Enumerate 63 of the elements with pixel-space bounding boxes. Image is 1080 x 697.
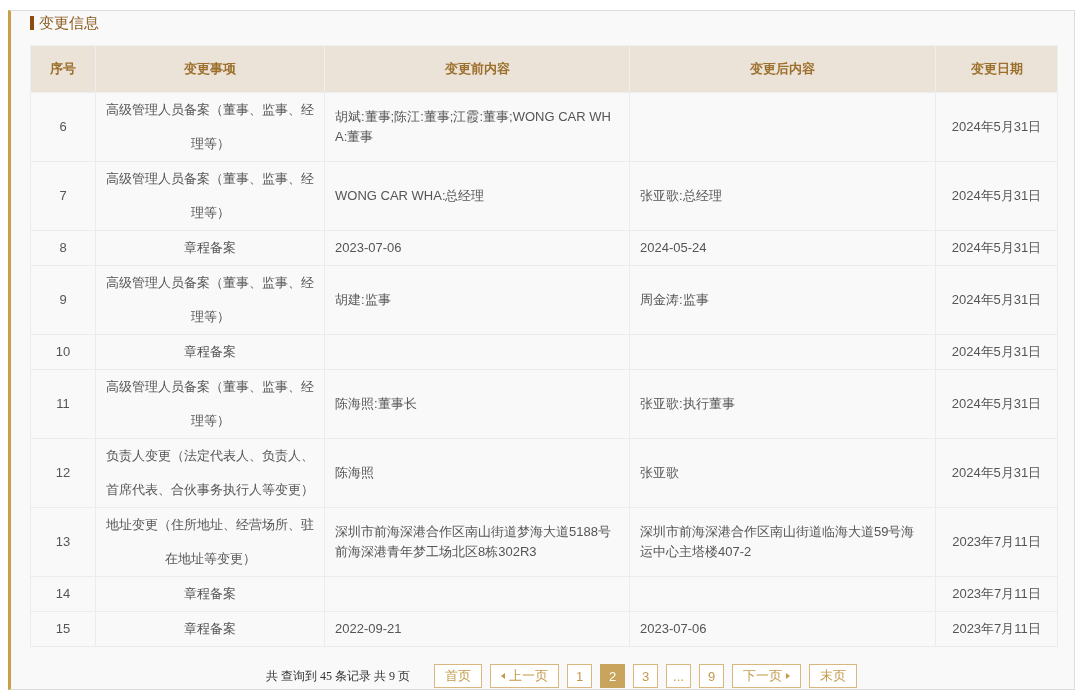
table-cell: WONG CAR WHA:总经理 bbox=[324, 161, 630, 231]
table-cell: 14 bbox=[30, 576, 96, 612]
table-cell: 2024年5月31日 bbox=[935, 438, 1058, 508]
table-cell: 高级管理人员备案（董事、监事、经理等） bbox=[95, 369, 325, 439]
page-button[interactable]: 末页 bbox=[809, 664, 857, 688]
table-cell: 负责人变更（法定代表人、负责人、首席代表、合伙事务执行人等变更） bbox=[95, 438, 325, 508]
ellipsis: ... bbox=[666, 664, 691, 688]
table-cell: 2022-09-21 bbox=[324, 611, 630, 647]
table-cell: 章程备案 bbox=[95, 611, 325, 647]
page-number-button[interactable]: 3 bbox=[633, 664, 658, 688]
table-cell: 15 bbox=[30, 611, 96, 647]
column-header: 变更事项 bbox=[95, 45, 325, 93]
table-cell: 高级管理人员备案（董事、监事、经理等） bbox=[95, 92, 325, 162]
column-header: 变更前内容 bbox=[324, 45, 630, 93]
table-cell: 10 bbox=[30, 334, 96, 370]
page-number-button[interactable]: 2 bbox=[600, 664, 625, 688]
table-cell: 2024年5月31日 bbox=[935, 369, 1058, 439]
table-cell: 章程备案 bbox=[95, 576, 325, 612]
table-cell: 章程备案 bbox=[95, 230, 325, 266]
table-cell: 陈海照:董事长 bbox=[324, 369, 630, 439]
record-summary: 共 查询到 45 条记录 共 9 页 bbox=[266, 667, 410, 685]
next-page-button[interactable]: 下一页 bbox=[732, 664, 801, 688]
table-cell: 陈海照 bbox=[324, 438, 630, 508]
table-cell: 2024年5月31日 bbox=[935, 161, 1058, 231]
table-cell: 7 bbox=[30, 161, 96, 231]
column-header: 变更后内容 bbox=[629, 45, 936, 93]
table-cell: 2023-07-06 bbox=[629, 611, 936, 647]
table-cell: 胡斌:董事;陈江:董事;江霞:董事;WONG CAR WHA:董事 bbox=[324, 92, 630, 162]
table-cell: 胡建:监事 bbox=[324, 265, 630, 335]
table-cell: 2023年7月11日 bbox=[935, 576, 1058, 612]
table-cell: 深圳市前海深港合作区南山街道梦海大道5188号前海深港青年梦工场北区8栋302R3 bbox=[324, 507, 630, 577]
table-cell: 张亚歌:总经理 bbox=[629, 161, 936, 231]
table-cell: 12 bbox=[30, 438, 96, 508]
table-cell: 2024-05-24 bbox=[629, 230, 936, 266]
table-cell: 2023-07-06 bbox=[324, 230, 630, 266]
table-cell: 2024年5月31日 bbox=[935, 92, 1058, 162]
table-cell: 2024年5月31日 bbox=[935, 334, 1058, 370]
table-cell: 高级管理人员备案（董事、监事、经理等） bbox=[95, 265, 325, 335]
page-button[interactable]: 首页 bbox=[434, 664, 482, 688]
table-cell: 11 bbox=[30, 369, 96, 439]
page-number-button[interactable]: 1 bbox=[567, 664, 592, 688]
table-cell: 13 bbox=[30, 507, 96, 577]
table-cell: 2024年5月31日 bbox=[935, 265, 1058, 335]
column-header: 序号 bbox=[30, 45, 96, 93]
previous-page-button[interactable]: 上一页 bbox=[490, 664, 559, 688]
table-cell: 9 bbox=[30, 265, 96, 335]
table-cell: 周金涛:监事 bbox=[629, 265, 936, 335]
page-number-button[interactable]: 9 bbox=[699, 664, 724, 688]
table-cell: 地址变更（住所地址、经营场所、驻在地址等变更） bbox=[95, 507, 325, 577]
left-triangle-icon bbox=[501, 673, 505, 679]
section-title: 变更信息 bbox=[30, 13, 99, 33]
right-triangle-icon bbox=[786, 673, 790, 679]
table-cell: 2023年7月11日 bbox=[935, 507, 1058, 577]
column-header: 变更日期 bbox=[935, 45, 1058, 93]
table-cell: 张亚歌 bbox=[629, 438, 936, 508]
table-cell: 2024年5月31日 bbox=[935, 230, 1058, 266]
table-cell: 张亚歌:执行董事 bbox=[629, 369, 936, 439]
table-cell: 2023年7月11日 bbox=[935, 611, 1058, 647]
table-cell: 8 bbox=[30, 230, 96, 266]
table-cell: 高级管理人员备案（董事、监事、经理等） bbox=[95, 161, 325, 231]
table-cell: 6 bbox=[30, 92, 96, 162]
table-cell: 章程备案 bbox=[95, 334, 325, 370]
table-cell: 深圳市前海深港合作区南山街道临海大道59号海运中心主塔楼407-2 bbox=[629, 507, 936, 577]
